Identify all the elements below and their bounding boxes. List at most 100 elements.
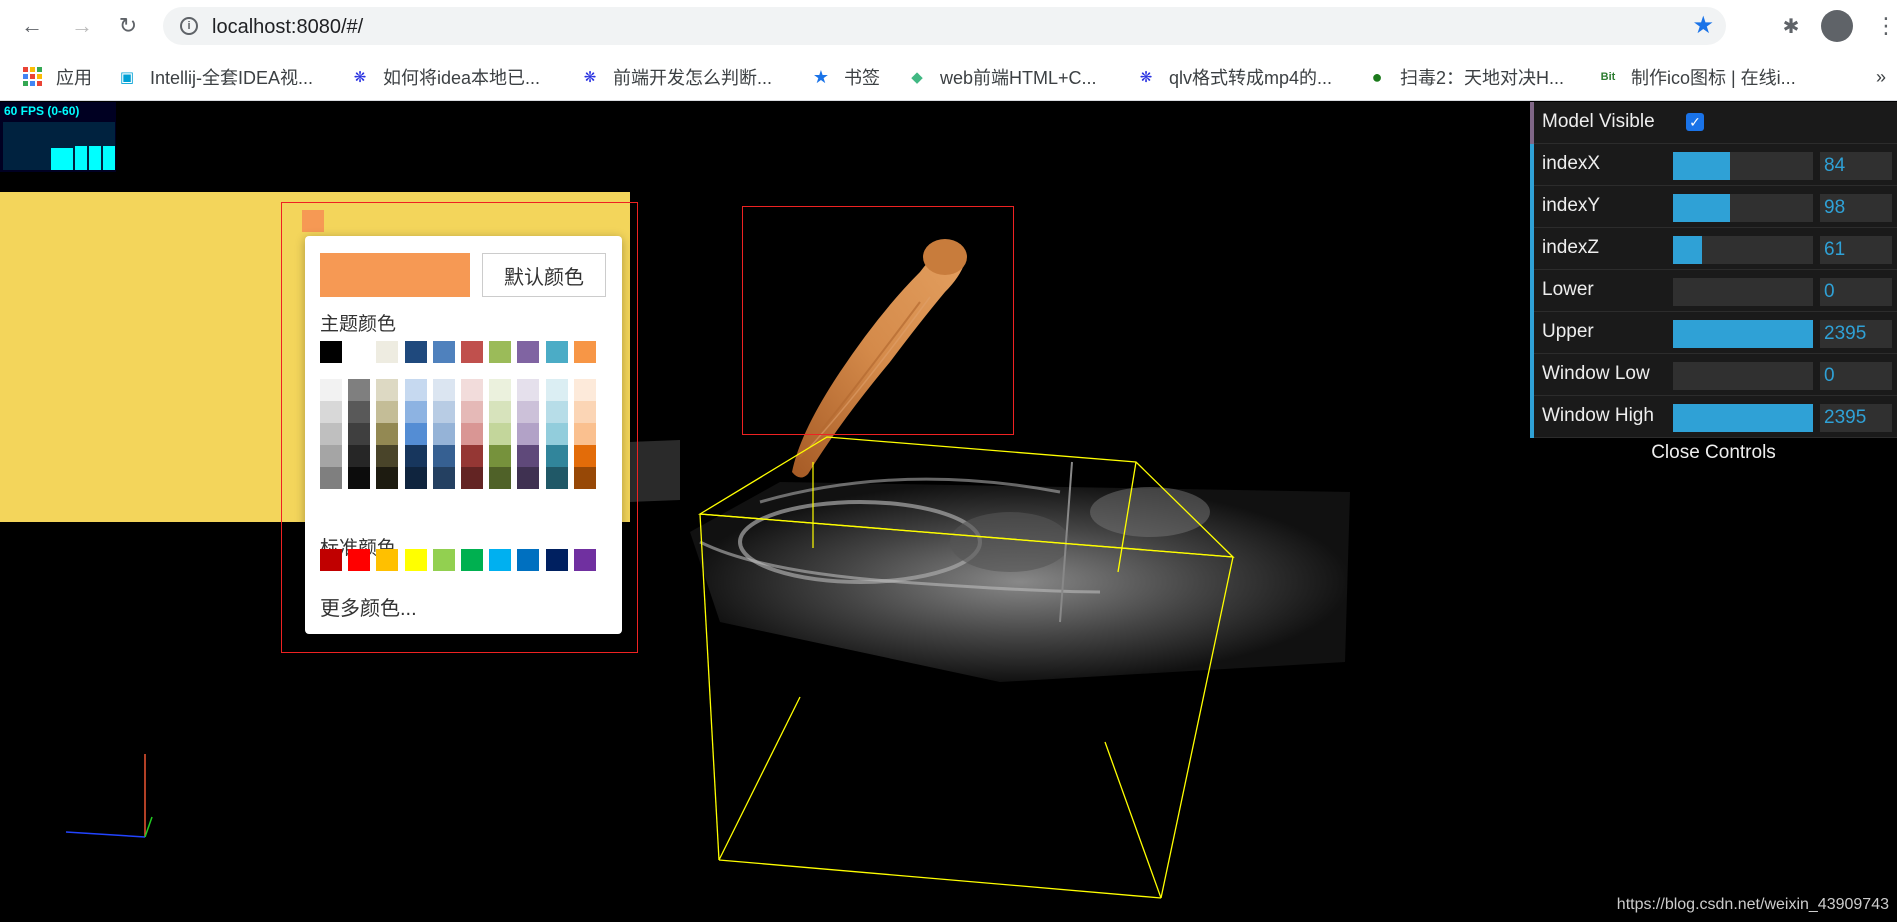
number-input[interactable]: 2395	[1820, 404, 1892, 432]
slider-track[interactable]	[1673, 194, 1813, 222]
color-swatch[interactable]	[376, 401, 399, 423]
color-swatch[interactable]	[376, 379, 399, 401]
number-input[interactable]: 0	[1820, 278, 1892, 306]
color-swatch[interactable]	[320, 467, 342, 489]
color-swatch[interactable]	[461, 379, 483, 401]
fps-meter[interactable]: 60 FPS (0-60)	[0, 102, 116, 172]
color-swatch-trigger[interactable]	[302, 210, 324, 232]
color-swatch[interactable]	[348, 379, 371, 401]
control-indexx[interactable]: indexX 84	[1530, 144, 1897, 186]
back-icon[interactable]: ←	[16, 10, 48, 42]
color-swatch[interactable]	[404, 445, 427, 467]
color-swatch[interactable]	[517, 549, 540, 571]
color-swatch[interactable]	[404, 423, 427, 445]
bookmark-folder[interactable]: ★ 书签	[810, 65, 880, 89]
color-swatch[interactable]	[573, 549, 596, 571]
forward-icon[interactable]: →	[66, 10, 98, 42]
color-swatch[interactable]	[517, 401, 540, 423]
render-viewport[interactable]: 60 FPS (0-60) 默认颜色 主题颜色 标准颜色 更多颜色... Mod…	[0, 102, 1897, 922]
more-colors-link[interactable]: 更多颜色...	[320, 592, 417, 621]
color-swatch[interactable]	[320, 341, 342, 363]
default-color-button[interactable]: 默认颜色	[482, 253, 606, 297]
number-input[interactable]: 2395	[1820, 320, 1892, 348]
bookmark-web-html[interactable]: ◆ web前端HTML+C...	[906, 65, 1096, 89]
slider-track[interactable]	[1673, 152, 1813, 180]
color-swatch[interactable]	[545, 341, 568, 363]
color-swatch[interactable]	[348, 445, 371, 467]
bookmark-star-icon[interactable]: ★	[1692, 11, 1714, 40]
color-swatch[interactable]	[517, 467, 540, 489]
color-swatch[interactable]	[432, 423, 455, 445]
color-swatch[interactable]	[404, 467, 427, 489]
color-swatch[interactable]	[432, 467, 455, 489]
color-swatch[interactable]	[545, 445, 568, 467]
bookmark-apps[interactable]: 应用	[22, 65, 92, 89]
color-swatch[interactable]	[573, 467, 596, 489]
color-swatch[interactable]	[320, 423, 342, 445]
color-swatch[interactable]	[573, 445, 596, 467]
color-swatch[interactable]	[320, 379, 342, 401]
color-swatch[interactable]	[376, 549, 399, 571]
color-swatch[interactable]	[432, 549, 455, 571]
control-lower[interactable]: Lower 0	[1530, 270, 1897, 312]
profile-avatar-icon[interactable]	[1821, 10, 1853, 42]
bookmark-intellij[interactable]: ▣ Intellij-全套IDEA视...	[116, 65, 313, 89]
color-swatch[interactable]	[573, 423, 596, 445]
reload-icon[interactable]: ↻	[112, 10, 144, 42]
bookmarks-overflow-icon[interactable]: »	[1876, 65, 1886, 89]
color-swatch[interactable]	[489, 341, 512, 363]
color-swatch[interactable]	[348, 549, 371, 571]
control-indexz[interactable]: indexZ 61	[1530, 228, 1897, 270]
color-swatch[interactable]	[404, 379, 427, 401]
model-visible-checkbox[interactable]: ✓	[1686, 113, 1704, 131]
number-input[interactable]: 61	[1820, 236, 1892, 264]
color-swatch[interactable]	[545, 379, 568, 401]
control-indexy[interactable]: indexY 98	[1530, 186, 1897, 228]
number-input[interactable]: 0	[1820, 362, 1892, 390]
color-swatch[interactable]	[461, 341, 483, 363]
color-swatch[interactable]	[545, 467, 568, 489]
color-swatch[interactable]	[489, 467, 512, 489]
color-swatch[interactable]	[432, 341, 455, 363]
bookmark-qlv[interactable]: ❋ qlv格式转成mp4的...	[1135, 65, 1332, 89]
color-swatch[interactable]	[545, 549, 568, 571]
address-bar[interactable]: i localhost:8080/#/ ★	[163, 7, 1726, 45]
color-swatch[interactable]	[461, 549, 483, 571]
color-swatch[interactable]	[320, 445, 342, 467]
color-swatch[interactable]	[489, 445, 512, 467]
color-swatch[interactable]	[517, 423, 540, 445]
color-swatch[interactable]	[517, 445, 540, 467]
url-text[interactable]: localhost:8080/#/	[212, 16, 363, 39]
color-swatch[interactable]	[320, 401, 342, 423]
color-swatch[interactable]	[489, 401, 512, 423]
control-window-low[interactable]: Window Low 0	[1530, 354, 1897, 396]
menu-kebab-icon[interactable]: ⋮	[1870, 10, 1897, 42]
color-swatch[interactable]	[545, 401, 568, 423]
slider-track[interactable]	[1673, 362, 1813, 390]
color-swatch[interactable]	[517, 341, 540, 363]
color-swatch[interactable]	[376, 445, 399, 467]
control-window-high[interactable]: Window High 2395	[1530, 396, 1897, 438]
color-swatch[interactable]	[489, 379, 512, 401]
color-swatch[interactable]	[404, 341, 427, 363]
color-swatch[interactable]	[320, 549, 342, 571]
bookmark-ico[interactable]: Bit 制作ico图标 | 在线i...	[1597, 65, 1796, 89]
color-swatch[interactable]	[348, 341, 371, 363]
color-swatch[interactable]	[489, 423, 512, 445]
number-input[interactable]: 84	[1820, 152, 1892, 180]
color-swatch[interactable]	[461, 467, 483, 489]
color-swatch[interactable]	[376, 467, 399, 489]
color-swatch[interactable]	[348, 467, 371, 489]
color-swatch[interactable]	[432, 401, 455, 423]
bookmark-saodu[interactable]: ● 扫毒2：天地对决H...	[1366, 65, 1564, 89]
control-model-visible[interactable]: Model Visible ✓	[1530, 102, 1897, 144]
slider-track[interactable]	[1673, 404, 1813, 432]
color-swatch[interactable]	[432, 445, 455, 467]
color-swatch[interactable]	[573, 379, 596, 401]
slider-track[interactable]	[1673, 278, 1813, 306]
color-swatch[interactable]	[461, 445, 483, 467]
color-swatch[interactable]	[573, 341, 596, 363]
color-swatch[interactable]	[461, 401, 483, 423]
number-input[interactable]: 98	[1820, 194, 1892, 222]
color-swatch[interactable]	[404, 549, 427, 571]
